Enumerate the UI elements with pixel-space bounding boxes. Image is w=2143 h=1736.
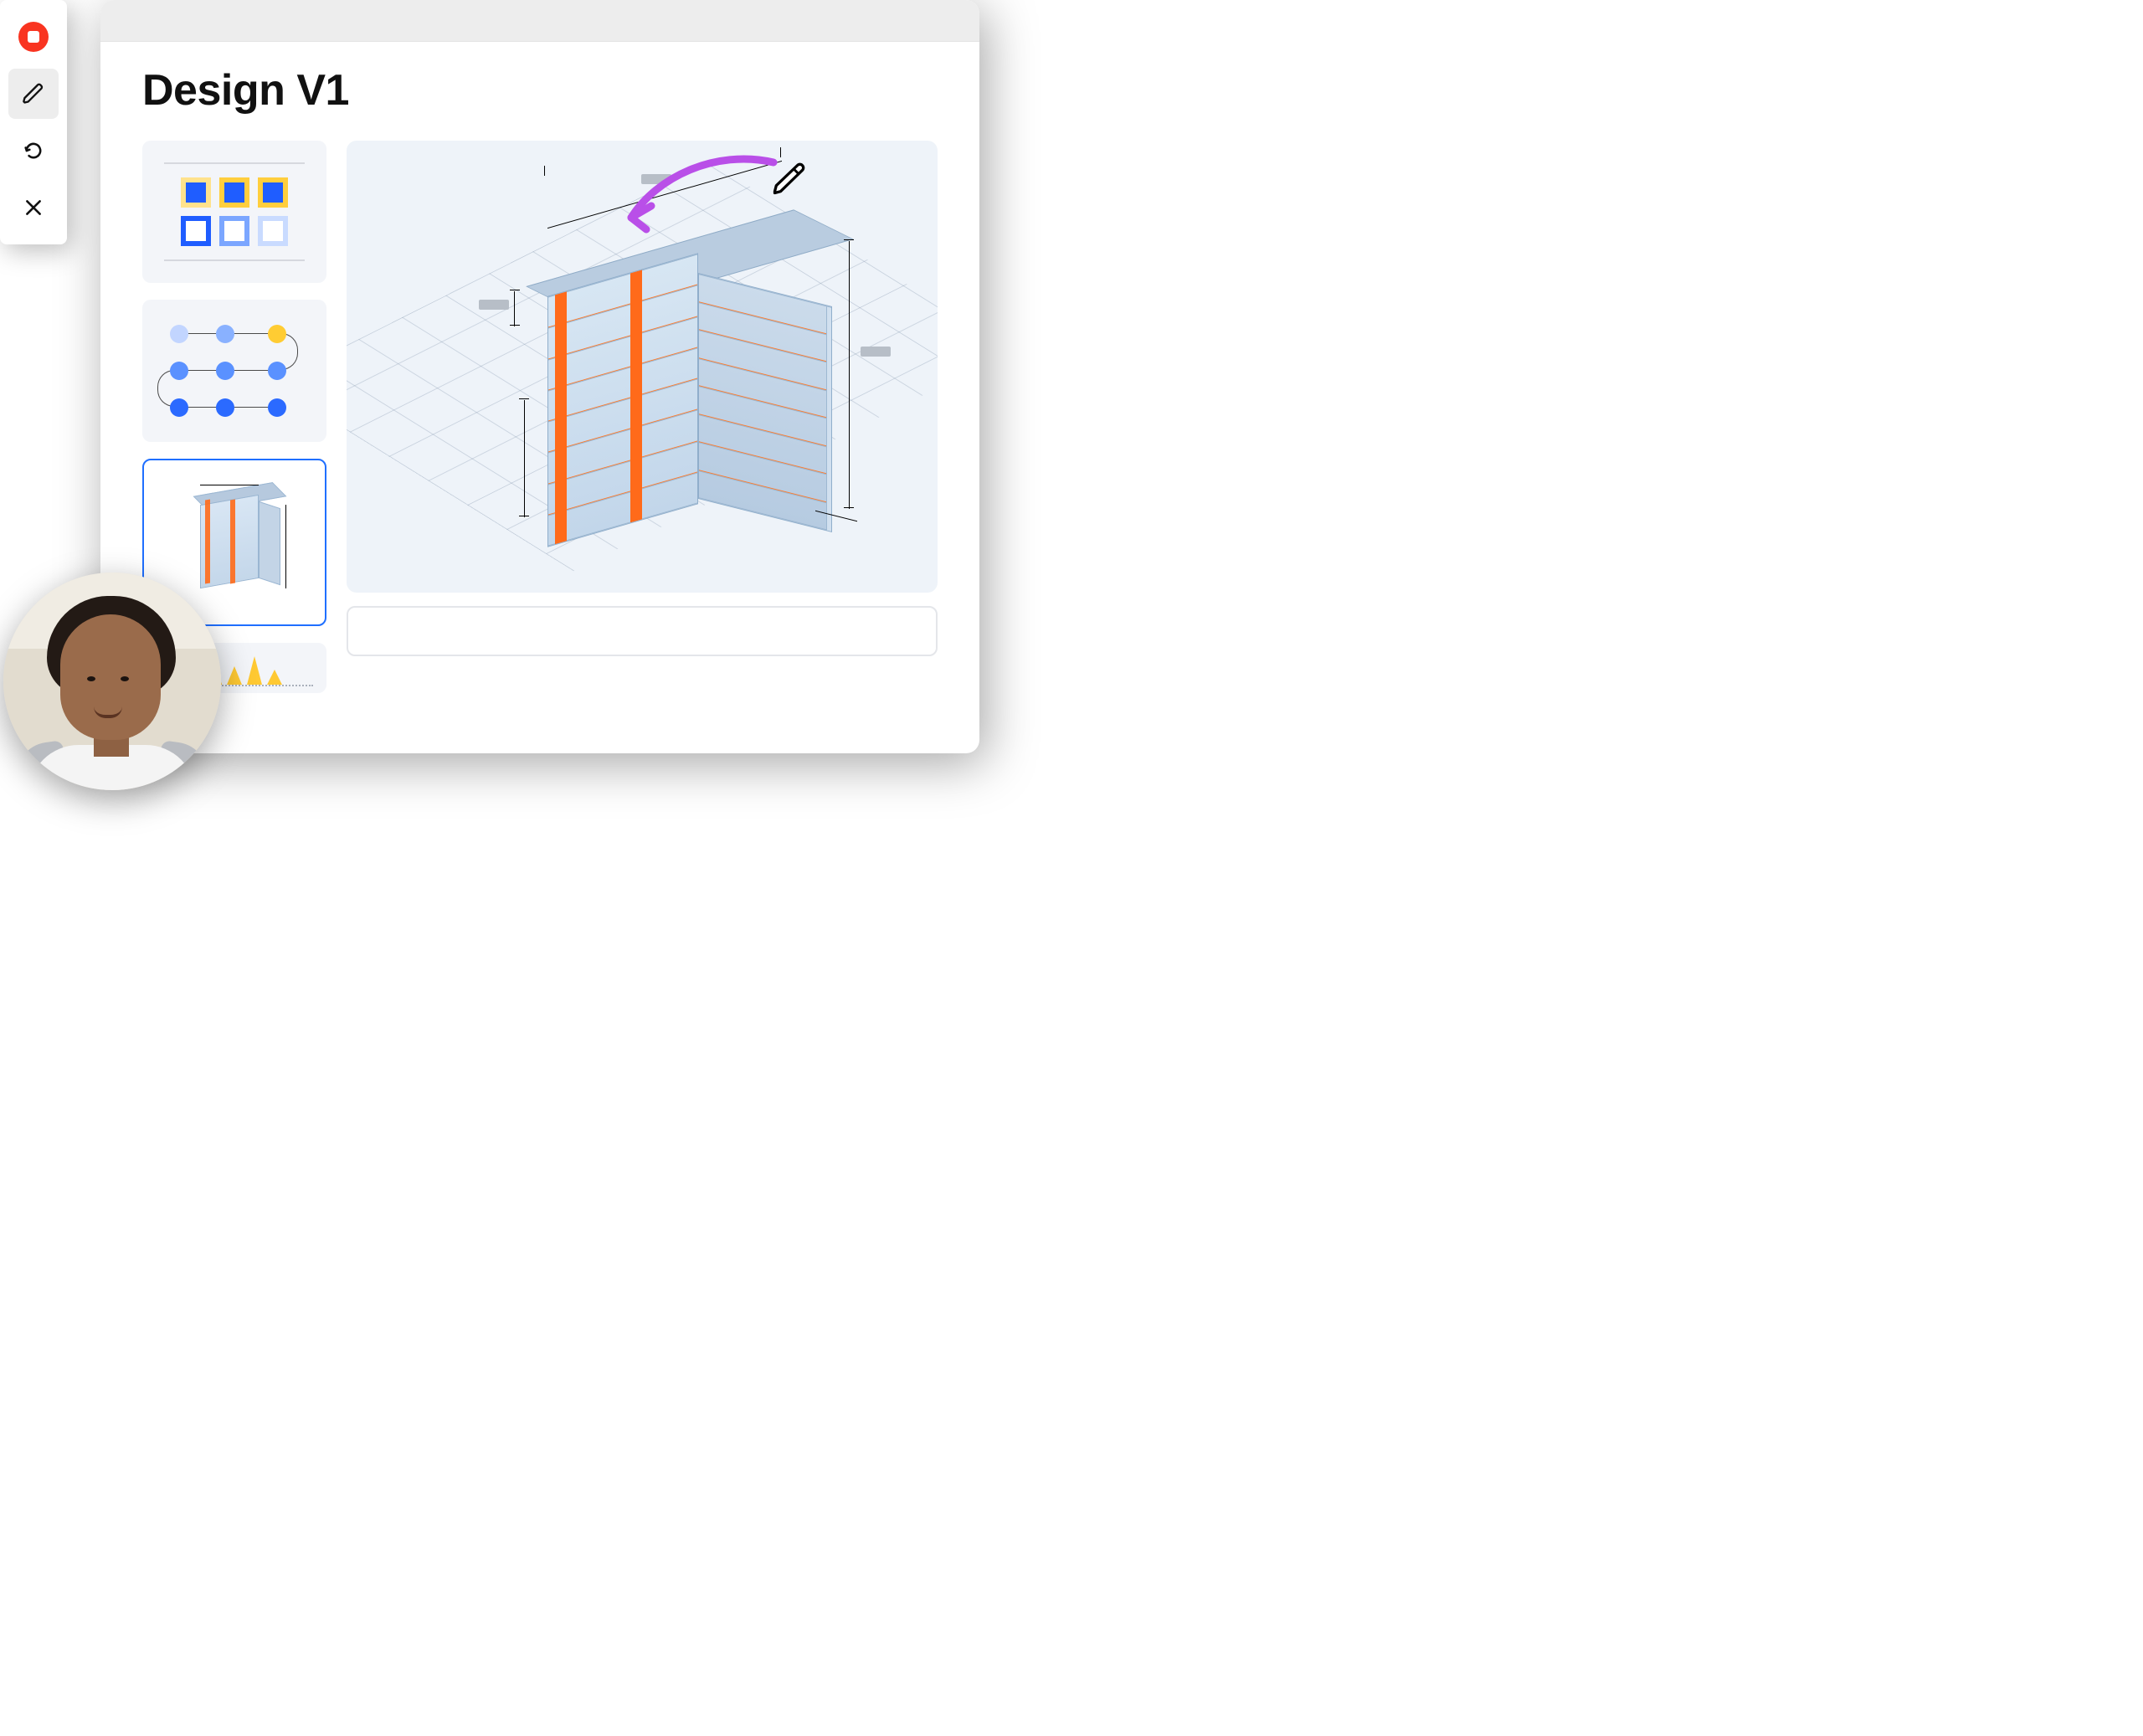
dimension-floor [514,291,515,326]
pencil-cursor-icon [770,161,807,198]
dimension-partial [524,400,525,517]
swatch-grid-icon [181,177,288,246]
redo-button[interactable] [8,126,59,176]
close-button[interactable] [8,182,59,233]
presenter-avatar[interactable] [3,573,221,790]
record-button[interactable] [8,12,59,62]
building-model[interactable] [522,224,857,559]
design-canvas[interactable] [347,141,938,593]
dimension-height [849,241,850,509]
window-titlebar[interactable] [100,0,979,42]
caption-input[interactable] [347,606,938,656]
document-title: Design V1 [100,42,979,124]
draw-button[interactable] [8,69,59,119]
dimension-label [479,300,509,310]
annotation-arrow [606,154,790,238]
annotation-toolbar [0,0,67,244]
record-icon [18,22,49,52]
close-icon [23,197,44,218]
dimension-label [861,347,891,357]
design-window: Design V1 [100,0,979,753]
thumbnail-swatches[interactable] [142,141,326,283]
pencil-icon [22,82,45,105]
thumbnail-process-graph[interactable] [142,300,326,442]
node-graph-icon [167,325,301,417]
redo-icon [22,139,45,162]
